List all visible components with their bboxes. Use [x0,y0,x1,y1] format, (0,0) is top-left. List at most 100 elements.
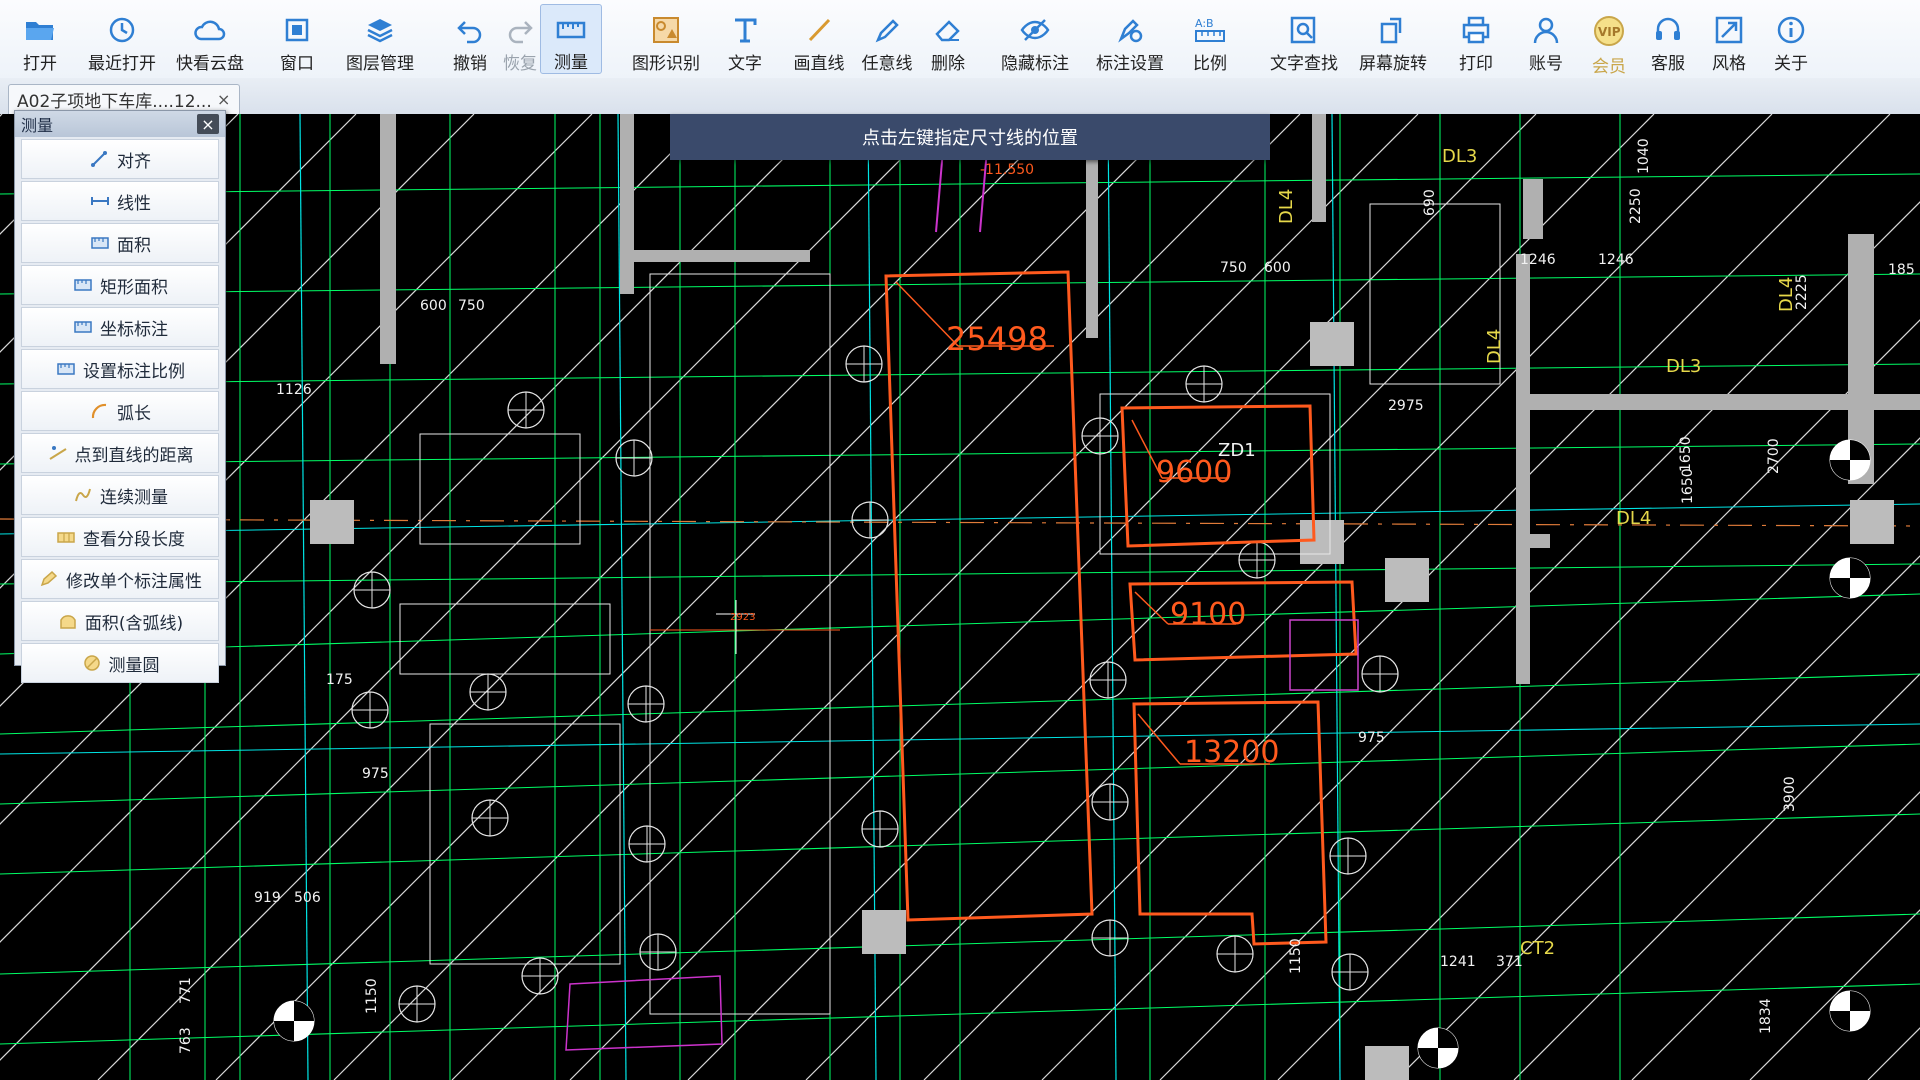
room-outline [649,273,831,1015]
hatch-line [1631,791,1920,1080]
measure-tool-rect-area[interactable]: 矩形面积 [21,265,219,305]
measure-tool-label: 坐标标注 [100,319,168,340]
toolbar-button-style[interactable]: 风格 [1694,4,1764,74]
dimension-text: 185 [1888,262,1915,278]
info-icon [1774,14,1808,45]
toolbar-button-layers[interactable]: 图层管理 [328,4,432,74]
toolbar-button-annotation-settings[interactable]: 标注设置 [1076,4,1184,74]
dimension-text: 763 [178,1027,194,1054]
drawing-canvas[interactable]: 25498 9600 9100 13200 600 750 750 600 1126 2975 16… [0,114,1920,1080]
toolbar-button-label: 比例 [1193,54,1227,74]
column [1365,1046,1409,1080]
rect-area-icon [72,276,94,294]
measure-tool-scale[interactable]: 设置标注比例 [21,349,219,389]
toolbar-button-label: 文字 [728,54,762,74]
toolbar-button-label: 任意线 [861,54,913,74]
annotation-settings-icon [1113,14,1147,45]
wall [620,250,810,262]
toolbar-button-cloud[interactable]: 快看云盘 [158,4,262,74]
toolbar-button-label: 恢复 [503,54,537,74]
linear-icon [89,192,111,210]
toolbar-button-label: 标注设置 [1096,54,1164,74]
hatch-line [1867,1027,1920,1080]
column [1300,520,1344,564]
line-icon [802,14,836,45]
measure-panel-title: 测量 [21,116,54,135]
eraser-icon [931,14,965,45]
toolbar-button-ratio[interactable]: A:B 比例 [1172,4,1248,75]
measure-tool-edit-annotation[interactable]: 修改单个标注属性 [21,559,219,599]
measure-tool-label: 点到直线的距离 [74,445,194,466]
measured-area-1 [884,270,1094,922]
measure-tool-label: 修改单个标注属性 [66,571,202,592]
drawing-label: DL3 [1442,146,1477,167]
measure-tool-label: 面积 [117,235,151,256]
toolbar-button-rotate[interactable]: 屏幕旋转 [1340,4,1446,74]
close-panel-button[interactable]: × [197,114,219,134]
measure-tool-point-line[interactable]: 点到直线的距离 [21,433,219,473]
hide-icon [1018,14,1052,45]
dimension-text: 1241 [1440,954,1476,970]
toolbar-button-label: 打开 [23,54,57,74]
measure-tool-coordinate[interactable]: 坐标标注 [21,307,219,347]
segment-icon [55,528,77,546]
toolbar-button-info[interactable]: 关于 [1756,4,1826,74]
toolbar-button-label: 打印 [1459,54,1493,74]
measure-tool-area[interactable]: 面积 [21,223,219,263]
toolbar-button-print[interactable]: 打印 [1436,4,1516,74]
dimension-text: 175 [326,672,353,688]
measure-tool-label: 查看分段长度 [83,529,185,550]
measure-tool-arc-area[interactable]: 面积(含弧线) [21,601,219,641]
toolbar-button-open-folder[interactable]: 打开 [8,4,72,74]
measure-tool-arc[interactable]: 弧长 [21,391,219,431]
toolbar-button-window[interactable]: 窗口 [262,4,332,74]
arc-area-icon [57,612,79,630]
axis-line [1107,114,1117,1080]
close-tab-icon[interactable]: × [217,90,230,109]
leader-line [1137,713,1181,765]
toolbar-button-shape-recognize[interactable]: 图形识别 [620,4,712,74]
dimension-text: 1834 [1758,998,1774,1034]
measure-tool-align[interactable]: 对齐 [21,139,219,179]
dimension-text: 1650 [1678,436,1694,472]
print-icon [1459,14,1493,45]
drawing-label: DL4 [1276,189,1297,224]
toolbar-button-label: 账号 [1529,54,1563,74]
measure-tool-label: 连续测量 [100,487,168,508]
measure-value-4: 13200 [1184,735,1279,770]
toolbar-button-label: 客服 [1651,54,1685,74]
dimension-text: 371 [1496,954,1523,970]
measure-value-3: 9100 [1170,597,1246,632]
toolbar-button-hide[interactable]: 隐藏标注 [982,4,1088,74]
dimension-text: 750 [1220,260,1247,276]
coordinate-icon [72,318,94,336]
dimension-text: 919 [254,890,281,906]
magenta-outline [565,975,723,1051]
measure-tool-linear[interactable]: 线性 [21,181,219,221]
measure-panel: 测量 × 对齐线性面积矩形面积坐标标注设置标注比例 弧长点到直线的距离 连续测量查看… [14,110,226,683]
column [1310,322,1354,366]
hatch-line [451,114,1419,1080]
arc-icon [89,402,111,420]
toolbar-button-label: 隐藏标注 [1001,54,1069,74]
toolbar-button-measure[interactable]: 测量 [540,4,602,74]
toolbar-button-text[interactable]: 文字 [710,4,780,74]
hatch-line [97,114,1065,1080]
measure-tool-label: 对齐 [117,151,151,172]
measure-panel-header[interactable]: 测量 × [15,111,225,137]
drawing-label: DL4 [1616,508,1651,529]
wall [380,114,396,364]
room-outline [1369,203,1501,385]
toolbar-button-eraser[interactable]: 删除 [916,4,980,74]
wall [1523,179,1543,239]
svg-text:VIP: VIP [1598,25,1621,39]
hatch-line [0,114,3,117]
edit-annotation-icon [38,570,60,588]
measure-tool-segment[interactable]: 查看分段长度 [21,517,219,557]
measure-tool-continuous[interactable]: 连续测量 [21,475,219,515]
dimension-text: 3900 [1782,776,1798,812]
measure-tool-circle[interactable]: 测量圆 [21,643,219,683]
dimension-text: 1150 [1288,938,1304,974]
wall [1516,254,1530,684]
main-toolbar: 打开 最近打开 快看云盘 窗口 图层管理 撤销 恢复 测量 图形识别 文字 画直线 任意线 删除 隐藏标注… [0,0,1920,79]
